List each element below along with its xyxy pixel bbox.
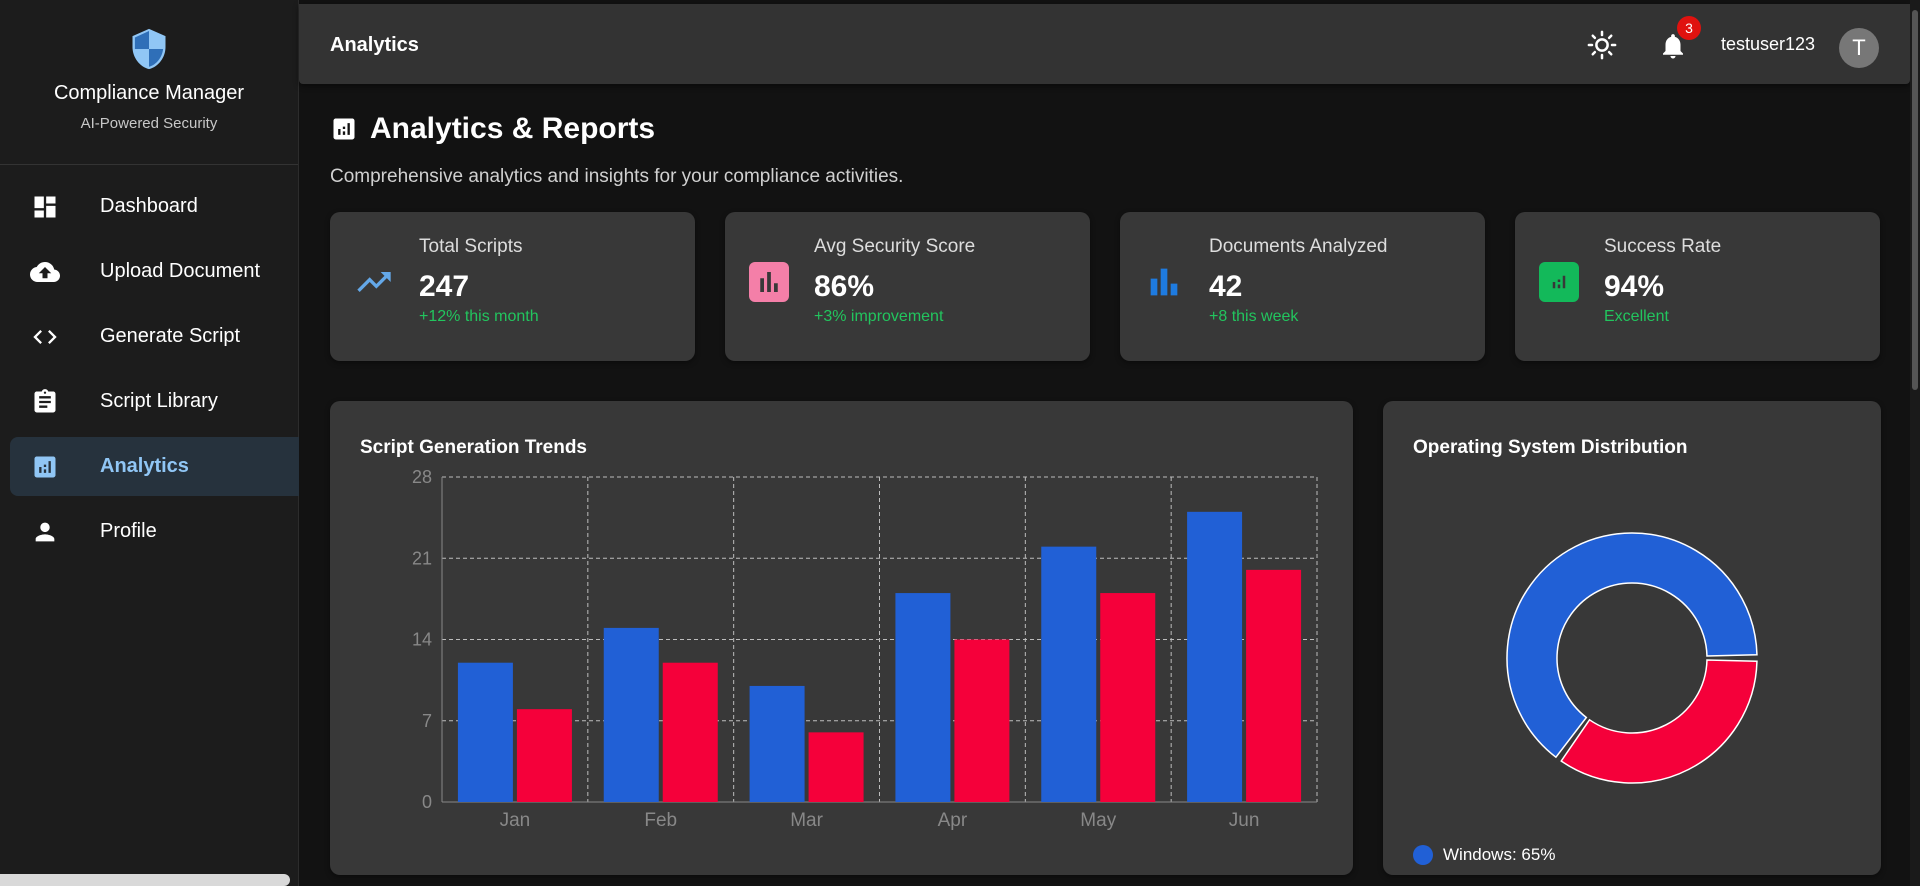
bar-chart-icon [1144,262,1184,302]
shield-icon [132,28,166,70]
nav-label: Dashboard [100,195,198,217]
sidebar: Compliance Manager AI-Powered Security D… [0,0,299,886]
notification-badge: 3 [1677,16,1701,40]
bar-may-series-2 [1100,593,1156,802]
bar-chart: 0 7 14 21 28 Jan Feb Mar Apr May Jun [412,467,1318,831]
analytics-icon [30,452,60,482]
legend-label: Windows: 65% [1443,845,1556,864]
x-tick-label: May [1080,810,1116,831]
avatar[interactable]: T [1839,28,1879,68]
y-tick-label: 14 [412,630,432,650]
legend-item-windows: Windows: 65% [1413,845,1555,865]
stat-change: +3% improvement [814,308,944,325]
page-description: Comprehensive analytics and insights for… [330,166,904,187]
y-tick-label: 21 [412,548,432,568]
stat-card-documents-analyzed: Documents Analyzed 42 +8 this week [1120,212,1485,361]
nav-label: Analytics [100,455,189,477]
analytics-icon [333,118,355,140]
app-title: Compliance Manager [53,82,245,104]
stat-value: 86% [814,270,875,303]
nav-item-upload-document[interactable]: Upload Document [10,242,299,301]
nav-label: Script Library [100,390,218,412]
nav-item-generate-script[interactable]: Generate Script [10,307,299,366]
bar-mar-series-2 [808,732,864,802]
bar-chart-icon [749,262,789,302]
nav-label: Profile [100,520,157,542]
nav-label: Generate Script [100,325,241,347]
stat-label: Total Scripts [419,236,523,257]
x-tick-label: Mar [790,810,823,831]
dashboard-icon [30,192,60,222]
analytics-icon [1539,262,1579,302]
stat-label: Avg Security Score [814,236,976,257]
x-tick-label: Jun [1229,810,1260,831]
os-distribution-panel: Operating System Distribution Windows: 6… [1383,401,1881,875]
x-tick-label: Apr [938,810,968,831]
page-name: Analytics [330,34,419,56]
legend-swatch [1413,845,1433,865]
brand-header: Compliance Manager AI-Powered Security [0,0,298,165]
donut-chart [1506,532,1758,784]
stat-change: +12% this month [419,308,539,325]
y-tick-label: 7 [422,711,432,731]
app-subtitle: AI-Powered Security [80,115,218,132]
bar-feb-series-1 [603,627,659,802]
bar-apr-series-2 [954,639,1010,802]
nav-item-profile[interactable]: Profile [10,502,299,561]
bar-mar-series-1 [749,685,805,802]
nav-item-script-library[interactable]: Script Library [10,372,299,431]
top-app-bar: Analytics 3 testuser123 T [299,4,1910,84]
x-tick-label: Jan [500,810,531,831]
stat-label: Documents Analyzed [1209,236,1388,257]
y-tick-label: 28 [412,467,432,487]
stat-value: 94% [1604,270,1665,303]
nav-item-analytics[interactable]: Analytics [10,437,299,496]
stat-card-total-scripts: Total Scripts 247 +12% this month [330,212,695,361]
nav-menu: Dashboard Upload Document Generate Scrip… [0,177,299,561]
stat-label: Success Rate [1604,236,1722,257]
bar-jun-series-1 [1187,511,1243,802]
bar-may-series-1 [1041,546,1097,802]
donut-slice-2 [1560,659,1758,784]
sun-icon[interactable] [1587,30,1617,60]
stat-change: +8 this week [1209,308,1299,325]
y-tick-label: 0 [422,792,432,812]
cloud-upload-icon [30,257,60,287]
page-scrollbar[interactable] [1910,0,1920,886]
stat-card-avg-security-score: Avg Security Score 86% +3% improvement [725,212,1090,361]
page-heading: Analytics & Reports [370,112,656,145]
person-icon [30,517,60,547]
x-tick-label: Feb [644,810,677,831]
bar-jan-series-1 [457,662,513,802]
stat-value: 42 [1209,270,1243,303]
stat-value: 247 [419,270,470,303]
page-title: Analytics & Reports [330,112,655,146]
clipboard-icon [30,387,60,417]
code-icon [30,322,60,352]
sidebar-scrollbar[interactable] [0,874,290,886]
trends-panel: Script Generation Trends 0 7 14 21 28 Jan Feb M… [330,401,1353,875]
bar-jan-series-2 [516,709,572,802]
stat-change: Excellent [1604,308,1669,325]
trending-up-icon [354,262,394,302]
username: testuser123 [1721,34,1816,54]
nav-label: Upload Document [100,260,261,282]
bar-apr-series-1 [895,593,951,802]
bar-feb-series-2 [662,662,718,802]
stat-card-success-rate: Success Rate 94% Excellent [1515,212,1880,361]
nav-item-dashboard[interactable]: Dashboard [10,177,299,236]
scrollbar-thumb[interactable] [1912,10,1918,390]
bar-jun-series-2 [1246,569,1302,802]
